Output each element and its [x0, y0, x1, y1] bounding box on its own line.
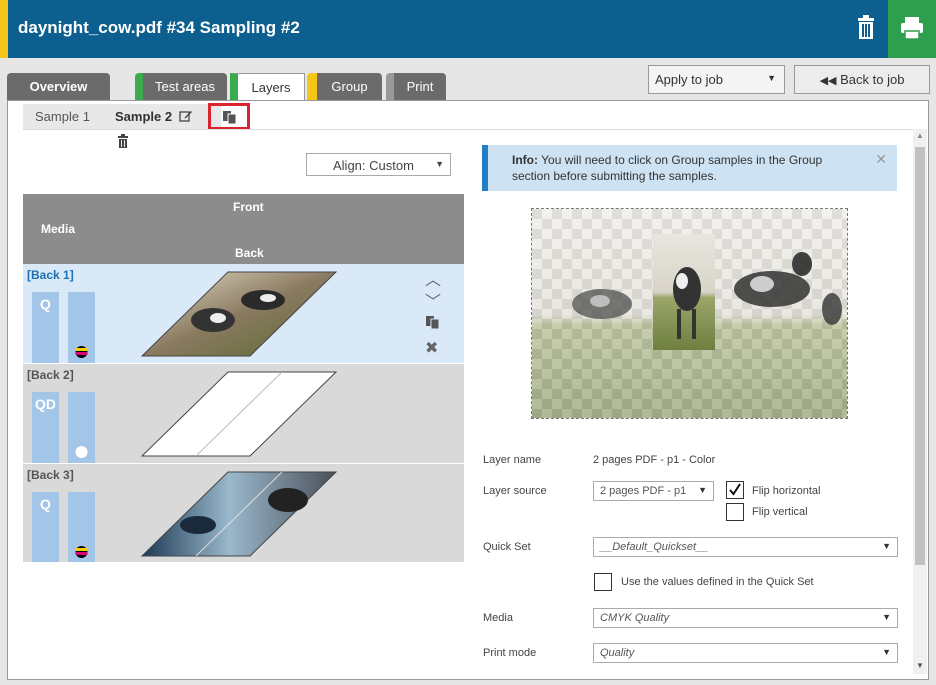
- layer-thumbnail: [140, 271, 338, 357]
- page-title: daynight_cow.pdf #34 Sampling #2: [18, 18, 300, 37]
- flip-vertical-label: Flip vertical: [752, 506, 808, 518]
- tab-sample-2[interactable]: Sample 2: [103, 104, 221, 148]
- dropdown-arrow-icon: ▼: [882, 541, 891, 551]
- flip-vertical-checkbox[interactable]: [726, 503, 744, 521]
- layer-name-value: 2 pages PDF - p1 - Color: [593, 454, 716, 466]
- dropdown-arrow-icon: ▼: [882, 612, 891, 622]
- color-bar: [68, 292, 95, 363]
- tab-divider: [23, 129, 913, 130]
- quality-bar: QD: [32, 392, 59, 463]
- tab-print[interactable]: Print: [386, 73, 446, 100]
- flip-horizontal-label: Flip horizontal: [752, 485, 821, 497]
- header-accent-strip: [0, 0, 8, 58]
- layer-row[interactable]: [Back 2] QD: [23, 364, 464, 463]
- move-down-icon[interactable]: ﹀: [425, 288, 441, 312]
- scroll-down-icon[interactable]: ▼: [916, 661, 924, 670]
- layer-label: [Back 2]: [27, 368, 74, 382]
- print-mode-label: Print mode: [483, 647, 537, 659]
- layer-row[interactable]: [Back 1] Q ︿ ﹀ ✖: [23, 264, 464, 363]
- scroll-up-icon[interactable]: ▲: [916, 131, 924, 140]
- move-up-icon[interactable]: ︿: [425, 266, 441, 290]
- quality-bar: Q: [32, 492, 59, 562]
- dropdown-arrow-icon: ▼: [435, 159, 444, 169]
- checkmark-icon: [729, 483, 741, 496]
- layer-row[interactable]: [Back 3] Q: [23, 464, 464, 562]
- align-select[interactable]: Align: Custom ▼: [306, 153, 451, 176]
- tab-sample-1[interactable]: Sample 1: [23, 104, 103, 129]
- copy-icon: [223, 111, 237, 125]
- white-ink-icon: [75, 446, 88, 458]
- apply-to-job-select[interactable]: Apply to job ▼: [648, 65, 785, 94]
- use-quick-set-values-checkbox[interactable]: [594, 573, 612, 591]
- use-quick-set-values-label: Use the values defined in the Quick Set: [621, 576, 814, 588]
- cmyk-icon: [75, 346, 88, 358]
- media-label: Media: [483, 612, 513, 624]
- media-header: Media: [41, 222, 76, 236]
- dropdown-arrow-icon: ▼: [698, 485, 707, 495]
- layer-label: [Back 1]: [27, 268, 74, 282]
- close-icon[interactable]: ✕: [875, 151, 887, 167]
- edit-icon[interactable]: [179, 109, 193, 123]
- flip-horizontal-checkbox[interactable]: [726, 481, 744, 499]
- copy-sample-button[interactable]: [208, 103, 250, 130]
- tab-layers[interactable]: Layers: [230, 73, 305, 102]
- preview-image: [532, 209, 847, 418]
- back-to-job-button[interactable]: ◀◀ Back to job: [794, 65, 930, 94]
- dropdown-arrow-icon: ▼: [882, 647, 891, 657]
- quality-bar: Q: [32, 292, 59, 363]
- color-bar: [68, 492, 95, 562]
- layer-preview: [531, 208, 848, 419]
- layer-label: [Back 3]: [27, 468, 74, 482]
- printer-icon: [901, 17, 923, 40]
- tab-group[interactable]: Group: [307, 73, 382, 100]
- layer-thumbnail: [140, 471, 338, 557]
- back-header: Back: [235, 246, 264, 260]
- print-button[interactable]: [888, 0, 936, 58]
- quick-set-select[interactable]: __Default_Quickset__ ▼: [593, 537, 898, 557]
- layer-source-select[interactable]: 2 pages PDF - p1 ▼: [593, 481, 714, 501]
- info-banner: Info: You will need to click on Group sa…: [482, 145, 897, 191]
- layer-name-label: Layer name: [483, 454, 542, 466]
- dropdown-arrow-icon: ▼: [767, 73, 776, 83]
- quick-set-label: Quick Set: [483, 541, 531, 553]
- app-header: daynight_cow.pdf #34 Sampling #2: [0, 0, 936, 58]
- duplicate-icon[interactable]: [425, 314, 441, 335]
- tab-overview[interactable]: Overview: [7, 73, 110, 100]
- layer-thumbnail: [140, 371, 338, 457]
- media-select[interactable]: CMYK Quality ▼: [593, 608, 898, 628]
- cmyk-icon: [75, 546, 88, 558]
- layers-panel: Sample 1 Sample 2 Align: Custom ▼ Front …: [7, 100, 929, 680]
- front-header: Front: [233, 200, 264, 214]
- delete-icon[interactable]: ✖: [425, 338, 438, 358]
- tab-test-areas[interactable]: Test areas: [135, 73, 227, 100]
- layer-source-label: Layer source: [483, 485, 547, 497]
- print-mode-select[interactable]: Quality ▼: [593, 643, 898, 663]
- trash-icon[interactable]: [117, 134, 129, 148]
- double-left-arrow-icon: ◀◀: [819, 75, 837, 87]
- layer-grid-header: Front Media Back: [23, 194, 464, 264]
- trash-icon[interactable]: [848, 10, 884, 46]
- white-bar: [68, 392, 95, 463]
- vertical-scrollbar[interactable]: ▲ ▼: [913, 129, 927, 674]
- scrollbar-thumb[interactable]: [915, 147, 925, 565]
